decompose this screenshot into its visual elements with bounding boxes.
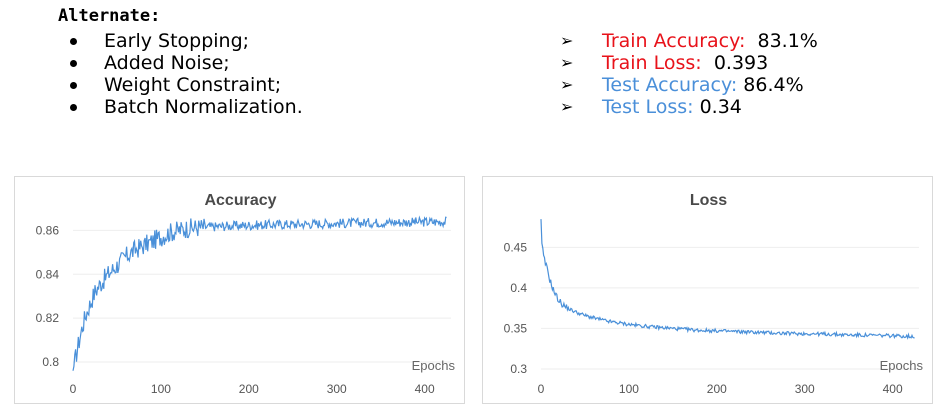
loss-chart-panel: Loss 0.3 0.35 0.4 0.45 0 100 200 300 400 Epochs xyxy=(482,176,933,404)
metric-test-loss: ➢ Test Loss: 0.34 xyxy=(560,96,818,118)
y-tick-label: 0.45 xyxy=(504,240,528,254)
metric-label: Test Accuracy: xyxy=(602,74,738,96)
x-tick-label: 400 xyxy=(883,382,903,396)
bullet-icon xyxy=(70,104,77,111)
technique-list: Early Stopping; Added Noise; Weight Cons… xyxy=(66,30,303,118)
bullet-icon xyxy=(70,82,77,89)
series-line xyxy=(72,215,447,371)
x-tick-label: 200 xyxy=(707,382,727,396)
x-tick-label: 0 xyxy=(538,382,545,396)
alternate-title: Alternate: xyxy=(58,6,161,26)
arrow-icon: ➢ xyxy=(560,75,574,94)
x-tick-label: 300 xyxy=(795,382,815,396)
y-tick-label: 0.86 xyxy=(36,223,60,237)
x-axis-label: Epochs xyxy=(412,358,456,373)
metric-train-loss: ➢ Train Loss: 0.393 xyxy=(560,52,818,74)
arrow-icon: ➢ xyxy=(560,97,574,116)
bullet-icon xyxy=(70,38,77,45)
x-tick-label: 100 xyxy=(151,382,171,396)
y-tick-label: 0.35 xyxy=(504,321,528,335)
metric-label: Train Loss: xyxy=(602,52,702,74)
x-axis-label: Epochs xyxy=(880,358,924,373)
arrow-icon: ➢ xyxy=(560,31,574,50)
accuracy-chart: Accuracy 0.8 0.82 0.84 0.86 0 100 200 300 400 Epoc… xyxy=(36,192,456,396)
x-tick-label: 100 xyxy=(619,382,639,396)
metric-value: 0.34 xyxy=(699,96,742,118)
x-tick-label: 200 xyxy=(239,382,259,396)
y-tick-label: 0.84 xyxy=(36,267,60,281)
arrow-icon: ➢ xyxy=(560,53,574,72)
metric-value: 83.1% xyxy=(757,30,818,52)
y-tick-label: 0.82 xyxy=(36,311,60,325)
loss-chart: Loss 0.3 0.35 0.4 0.45 0 100 200 300 400 Epochs xyxy=(504,192,924,396)
x-tick-label: 300 xyxy=(327,382,347,396)
metric-label: Train Accuracy: xyxy=(602,30,746,52)
metrics-list: ➢ Train Accuracy: 83.1% ➢ Train Loss: 0.39… xyxy=(560,30,818,118)
technique-item: Added Noise; xyxy=(66,52,303,74)
technique-label: Early Stopping; xyxy=(104,30,250,52)
metric-value: 86.4% xyxy=(743,74,804,96)
chart-title: Accuracy xyxy=(204,192,276,209)
technique-label: Weight Constraint; xyxy=(104,74,282,96)
technique-item: Early Stopping; xyxy=(66,30,303,52)
x-tick-label: 400 xyxy=(415,382,435,396)
technique-label: Batch Normalization. xyxy=(104,96,303,118)
technique-item: Weight Constraint; xyxy=(66,74,303,96)
series-line xyxy=(540,219,915,340)
technique-item: Batch Normalization. xyxy=(66,96,303,118)
x-tick-label: 0 xyxy=(70,382,77,396)
accuracy-chart-panel: Accuracy 0.8 0.82 0.84 0.86 0 100 200 300 400 Epoc… xyxy=(14,176,465,404)
metric-train-accuracy: ➢ Train Accuracy: 83.1% xyxy=(560,30,818,52)
metric-label: Test Loss: xyxy=(602,96,694,118)
metric-test-accuracy: ➢ Test Accuracy: 86.4% xyxy=(560,74,818,96)
y-tick-label: 0.8 xyxy=(42,355,59,369)
y-tick-label: 0.3 xyxy=(510,362,527,376)
technique-label: Added Noise; xyxy=(104,52,230,74)
y-tick-label: 0.4 xyxy=(510,281,527,295)
chart-title: Loss xyxy=(690,192,727,209)
metric-value: 0.393 xyxy=(713,52,769,74)
bullet-icon xyxy=(70,60,77,67)
